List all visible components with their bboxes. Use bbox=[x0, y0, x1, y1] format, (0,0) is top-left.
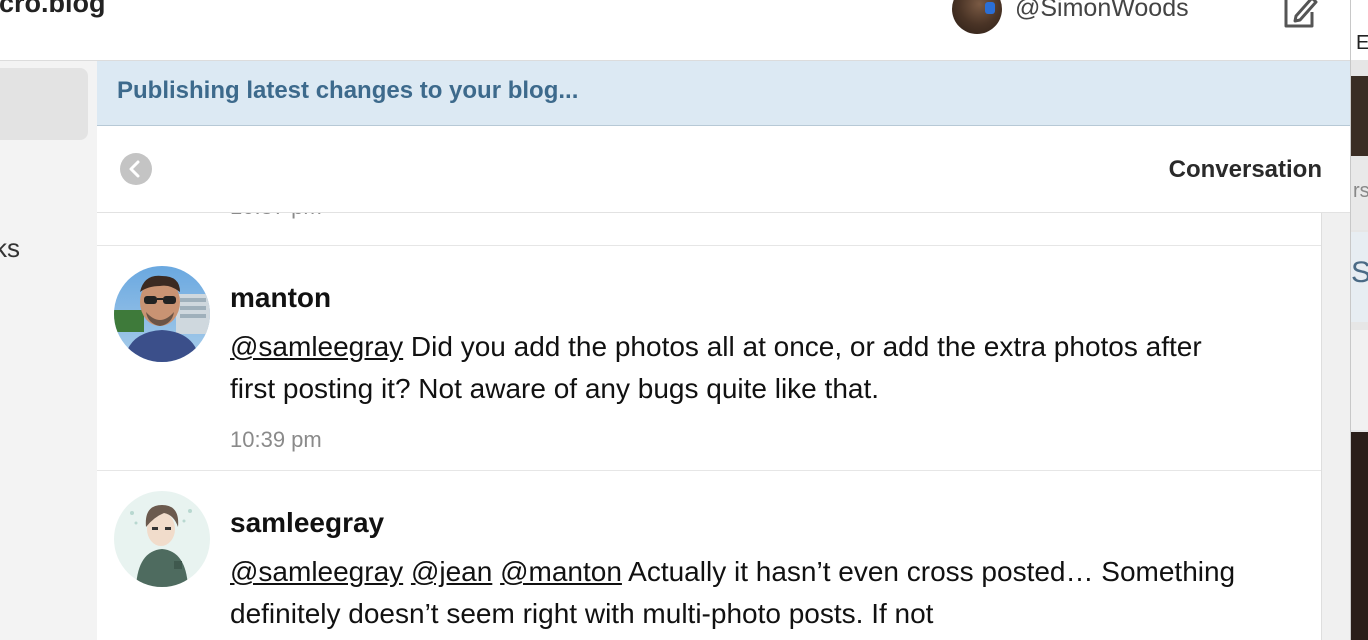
mention-link[interactable]: @samleegray bbox=[230, 556, 403, 587]
post-author[interactable]: samleegray bbox=[230, 507, 384, 539]
publishing-banner: Publishing latest changes to your blog..… bbox=[97, 61, 1350, 126]
adjacent-window-text: rs bbox=[1353, 180, 1368, 202]
post-timestamp[interactable]: 10:39 pm bbox=[230, 427, 322, 453]
adjacent-window-text: E bbox=[1356, 32, 1368, 54]
adjacent-window-edge: E rs Se bbox=[1350, 0, 1368, 640]
conversation-post: samleegray @samleegray @jean @manton Act… bbox=[97, 471, 1321, 640]
conversation-post: manton @samleegray Did you add the photo… bbox=[97, 246, 1321, 470]
sidebar-item-label[interactable]: ks bbox=[0, 233, 20, 264]
banner-text: Publishing latest changes to your blog..… bbox=[117, 77, 579, 104]
mention-link[interactable]: @jean bbox=[411, 556, 492, 587]
mention-link[interactable]: @manton bbox=[500, 556, 622, 587]
app-title: licro.blog bbox=[0, 0, 106, 18]
post-text: @samleegray @jean @manton Actually it ha… bbox=[230, 551, 1250, 635]
conversation-title: Conversation bbox=[1168, 156, 1322, 183]
user-avatar[interactable] bbox=[952, 0, 1002, 34]
top-bar: licro.blog @SimonWoods bbox=[0, 0, 1350, 61]
avatar[interactable] bbox=[114, 266, 210, 362]
compose-icon[interactable] bbox=[1282, 0, 1318, 30]
username[interactable]: @SimonWoods bbox=[1015, 0, 1189, 23]
sidebar-item-selected[interactable] bbox=[0, 68, 88, 140]
post-author[interactable]: manton bbox=[230, 282, 331, 314]
chevron-left-icon bbox=[129, 160, 140, 178]
mention-link[interactable]: @samleegray bbox=[230, 331, 403, 362]
avatar[interactable] bbox=[114, 491, 210, 587]
back-button[interactable] bbox=[120, 153, 152, 185]
post-text: @samleegray Did you add the photos all a… bbox=[230, 326, 1250, 410]
conversation-header: Conversation bbox=[97, 126, 1350, 213]
sidebar: ks bbox=[0, 61, 98, 640]
adjacent-window-text: Se bbox=[1351, 256, 1368, 289]
